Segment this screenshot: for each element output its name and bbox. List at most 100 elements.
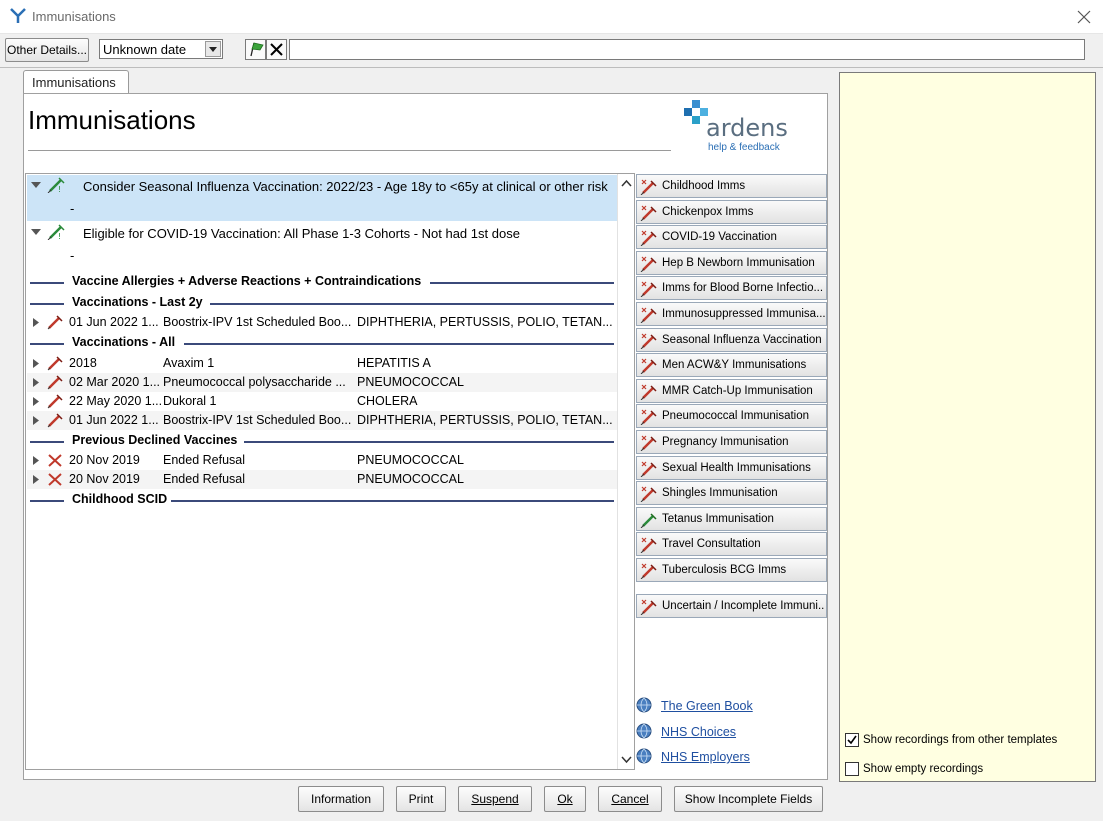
checkmark-icon xyxy=(847,735,857,745)
template-button-label: Childhood Imms xyxy=(662,180,746,192)
expand-icon[interactable] xyxy=(33,318,39,327)
table-row[interactable]: 01 Jun 2022 1... Boostrix-IPV 1st Schedu… xyxy=(27,313,618,332)
print-button[interactable]: Print xyxy=(396,786,446,812)
table-row[interactable]: 02 Mar 2020 1... Pneumococcal polysaccha… xyxy=(27,373,618,392)
clear-button[interactable] xyxy=(266,39,287,60)
scroll-up-icon[interactable] xyxy=(621,178,632,189)
section-scid: Childhood SCID xyxy=(30,492,614,508)
link-text[interactable]: NHS Employers xyxy=(661,750,750,764)
collapse-icon[interactable] xyxy=(31,180,41,190)
template-button[interactable]: Hep B Newborn Immunisation xyxy=(636,250,827,275)
record-value: HEPATITIS A xyxy=(357,356,431,370)
record-name: Ended Refusal xyxy=(163,472,246,486)
table-row[interactable]: 22 May 2020 1... Dukoral 1 CHOLERA xyxy=(27,392,618,411)
cancel-button[interactable]: Cancel xyxy=(598,786,662,812)
record-value: DIPHTHERIA, PERTUSSIS, POLIO, TETAN... xyxy=(357,413,613,427)
template-button[interactable]: MMR Catch-Up Immunisation xyxy=(636,378,827,403)
alert-row[interactable]: ! Eligible for COVID-19 Vaccination: All… xyxy=(27,222,618,268)
link-text[interactable]: The Green Book xyxy=(661,699,753,713)
show-other-templates-checkbox[interactable] xyxy=(845,733,859,747)
date-select[interactable]: Unknown date xyxy=(99,39,223,59)
ardens-logo-text: ardens xyxy=(706,114,788,142)
notes-panel xyxy=(839,72,1096,782)
other-details-button[interactable]: Other Details... xyxy=(5,38,89,62)
tree-scrollbar[interactable] xyxy=(617,174,634,769)
section-allergies: Vaccine Allergies + Adverse Reactions + … xyxy=(30,274,614,290)
section-label: Vaccine Allergies + Adverse Reactions + … xyxy=(68,274,426,288)
section-declined: Previous Declined Vaccines xyxy=(30,433,614,449)
expand-icon[interactable] xyxy=(33,416,39,425)
table-row[interactable]: 01 Jun 2022 1... Boostrix-IPV 1st Schedu… xyxy=(27,411,618,430)
template-button[interactable]: Sexual Health Immunisations xyxy=(636,455,827,480)
expand-icon[interactable] xyxy=(33,456,39,465)
close-button[interactable] xyxy=(1070,4,1098,30)
template-button[interactable]: Men ACW&Y Immunisations xyxy=(636,353,827,378)
chevron-down-icon[interactable] xyxy=(205,41,221,57)
template-button[interactable]: Tuberculosis BCG Imms xyxy=(636,558,827,582)
cross-icon xyxy=(270,43,283,56)
show-incomplete-fields-button[interactable]: Show Incomplete Fields xyxy=(674,786,823,812)
template-button[interactable]: Childhood Imms xyxy=(636,174,827,198)
expand-icon[interactable] xyxy=(33,359,39,368)
syringe-icon xyxy=(640,563,657,579)
tab-label: Immunisations xyxy=(32,75,116,90)
syringe-icon xyxy=(640,537,657,554)
suspend-button[interactable]: Suspend xyxy=(458,786,532,812)
template-button-label: Sexual Health Immunisations xyxy=(662,461,811,474)
template-button[interactable]: COVID-19 Vaccination xyxy=(636,225,827,250)
table-row[interactable]: 20 Nov 2019 Ended Refusal PNEUMOCOCCAL xyxy=(27,470,618,489)
record-name: Ended Refusal xyxy=(163,453,246,467)
template-button[interactable]: Seasonal Influenza Vaccination xyxy=(636,327,827,352)
app-logo-icon xyxy=(10,8,26,23)
uncertain-incomplete-button[interactable]: Uncertain / Incomplete Immuni... xyxy=(636,594,827,618)
template-button-label: Men ACW&Y Immunisations xyxy=(662,359,807,372)
syringe-icon xyxy=(47,413,63,428)
expand-icon[interactable] xyxy=(33,397,39,406)
ardens-logo[interactable]: ardens help & feedback xyxy=(678,96,796,156)
information-button[interactable]: Information xyxy=(298,786,384,812)
declined-cross-icon xyxy=(48,473,62,486)
show-empty-checkbox[interactable] xyxy=(845,762,859,776)
title-bar xyxy=(0,0,1103,34)
syringe-icon xyxy=(640,230,657,247)
expand-icon[interactable] xyxy=(33,475,39,484)
syringe-icon xyxy=(640,256,657,272)
link-text[interactable]: NHS Choices xyxy=(661,725,736,739)
template-button[interactable]: Tetanus Immunisation xyxy=(636,506,827,531)
table-row[interactable]: 2018 Avaxim 1 HEPATITIS A xyxy=(27,354,618,373)
template-button[interactable]: Chickenpox Imms xyxy=(636,199,827,224)
record-name: Dukoral 1 xyxy=(163,394,217,408)
template-button[interactable]: Shingles Immunisation xyxy=(636,481,827,506)
recordings-tree[interactable]: ! Consider Seasonal Influenza Vaccinatio… xyxy=(25,173,635,770)
table-row[interactable]: 20 Nov 2019 Ended Refusal PNEUMOCOCCAL xyxy=(27,451,618,470)
svg-text:!: ! xyxy=(58,232,61,240)
free-text-input[interactable] xyxy=(289,39,1085,60)
date-select-value: Unknown date xyxy=(103,42,187,57)
section-label: Vaccinations - Last 2y xyxy=(68,295,207,309)
template-button-label: Seasonal Influenza Vaccination xyxy=(662,333,822,346)
alert-row[interactable]: ! Consider Seasonal Influenza Vaccinatio… xyxy=(27,175,618,221)
template-button-label: Pregnancy Immunisation xyxy=(662,436,789,448)
syringe-icon xyxy=(640,435,657,451)
expand-icon[interactable] xyxy=(33,378,39,387)
template-button[interactable]: Travel Consultation xyxy=(636,532,827,557)
section-all: Vaccinations - All xyxy=(30,335,614,351)
template-button[interactable]: Pneumococcal Immunisation xyxy=(636,404,827,429)
template-button-label: Shingles Immunisation xyxy=(662,487,778,500)
section-last-2y: Vaccinations - Last 2y xyxy=(30,295,614,311)
help-feedback-link[interactable]: help & feedback xyxy=(708,142,780,153)
template-button[interactable]: Immunosuppressed Immunisa... xyxy=(636,302,827,326)
tab-immunisations[interactable]: Immunisations xyxy=(23,70,129,94)
template-button[interactable]: Imms for Blood Borne Infectio... xyxy=(636,276,827,301)
syringe-icon xyxy=(640,599,657,615)
template-button-label: Uncertain / Incomplete Immuni... xyxy=(662,600,825,612)
alert-detail: - xyxy=(70,248,75,263)
collapse-icon[interactable] xyxy=(31,227,41,237)
ok-button[interactable]: Ok xyxy=(544,786,586,812)
template-button[interactable]: Pregnancy Immunisation xyxy=(636,430,827,454)
globe-icon xyxy=(636,723,652,739)
checkbox-label: Show empty recordings xyxy=(863,763,984,775)
template-button-label: COVID-19 Vaccination xyxy=(662,231,777,244)
flag-button[interactable] xyxy=(245,39,266,60)
scroll-down-icon[interactable] xyxy=(621,754,632,765)
